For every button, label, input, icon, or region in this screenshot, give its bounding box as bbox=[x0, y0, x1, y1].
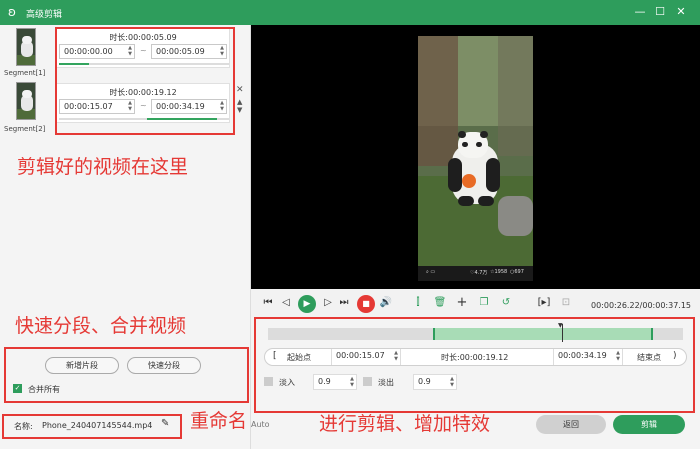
timeline-track[interactable]: ▼ bbox=[268, 322, 683, 342]
video-preview: ⌕ ▭ ♡4.7万 ☆1958 ○697 bbox=[251, 25, 700, 289]
merge-all-label: 合并所有 bbox=[28, 385, 60, 394]
segment-thumbnail-1[interactable] bbox=[16, 28, 36, 66]
duration-label: 时长:00:00:19.12 bbox=[441, 353, 509, 362]
new-segment-button[interactable]: 新增片段 bbox=[45, 357, 119, 374]
window-title: 高级剪辑 bbox=[26, 10, 63, 20]
overlay-like-icon: ♡4.7万 bbox=[470, 270, 488, 276]
edit-panel: ▼ [ 起始点 00:00:15.07 ▲ ▼ 时长:00:00:19.12 00:… bbox=[251, 317, 700, 449]
segment-panel: Segment[1] 时长:00:00:05.09 00:00:00.00 ▲ ▼ … bbox=[0, 25, 251, 449]
start-time-input[interactable]: 00:00:15.07 ▲ ▼ bbox=[331, 349, 401, 365]
skip-end-icon[interactable]: ⏭ bbox=[337, 296, 351, 310]
edit-pencil-icon[interactable]: ✎ bbox=[161, 418, 169, 429]
end-point-label[interactable]: 结束点 bbox=[637, 352, 661, 363]
end-time-input[interactable]: 00:00:34.19 ▲ ▼ bbox=[553, 349, 623, 365]
fade-in-label: 淡入 bbox=[279, 378, 295, 387]
segment-reorder-icon[interactable]: ▲ ▼ bbox=[237, 98, 242, 114]
fade-in-checkbox[interactable] bbox=[264, 377, 273, 386]
title-bar: ʚ 高级剪辑 — ☐ ✕ bbox=[0, 0, 700, 25]
segment-label-2: Segment[2] bbox=[4, 125, 46, 133]
annotation-rename: 重命名 bbox=[190, 410, 248, 432]
start-point-label[interactable]: 起始点 bbox=[287, 352, 311, 363]
play-button[interactable]: ▶ bbox=[298, 295, 316, 313]
volume-icon[interactable]: 🔊 bbox=[379, 296, 393, 310]
player-controls: ⏮ ◁ ▶ ▷ ⏭ ■ 🔊 ⫿ 🗑 + ❐ ↺ [▸] ⊡ 00:00:26.2… bbox=[251, 289, 700, 317]
split-icon[interactable]: ⫿ bbox=[411, 296, 425, 310]
fade-out-checkbox[interactable] bbox=[363, 377, 372, 386]
stop-button[interactable]: ■ bbox=[357, 295, 375, 313]
mark-icon[interactable]: [▸] bbox=[537, 296, 551, 310]
fade-out-input[interactable]: 0.9 ▲ ▼ bbox=[413, 374, 457, 390]
merge-all-checkbox[interactable]: ✓ bbox=[13, 384, 22, 393]
copy-icon[interactable]: ❐ bbox=[477, 296, 491, 310]
fade-out-label: 淡出 bbox=[378, 378, 394, 387]
quick-split-button[interactable]: 快速分段 bbox=[127, 357, 201, 374]
overlay-comment-icon: ○697 bbox=[510, 269, 524, 275]
annotation-split-merge: 快速分段、合并视频 bbox=[15, 315, 187, 337]
minimize-icon[interactable]: — bbox=[632, 4, 648, 20]
reset-icon[interactable]: ↺ bbox=[499, 296, 513, 310]
playback-time: 00:00:26.22/00:00:37.15 bbox=[591, 301, 691, 310]
segment-thumbnail-2[interactable] bbox=[16, 82, 36, 120]
fade-in-input[interactable]: 0.9 ▲ ▼ bbox=[313, 374, 357, 390]
close-icon[interactable]: ✕ bbox=[673, 4, 689, 20]
delete-icon[interactable]: 🗑 bbox=[433, 296, 447, 310]
maximize-icon[interactable]: ☐ bbox=[652, 4, 668, 20]
overlay-search-icon: ⌕ ▭ bbox=[426, 269, 436, 275]
video-frame: ⌕ ▭ ♡4.7万 ☆1958 ○697 bbox=[418, 36, 533, 281]
overlay-star-icon: ☆1958 bbox=[490, 269, 508, 275]
segment-label-1: Segment[1] bbox=[4, 69, 46, 77]
filename-label: 名称: bbox=[14, 422, 33, 431]
annotation-clips: 剪辑好的视频在这里 bbox=[17, 156, 189, 178]
annotation-edit: 进行剪辑、增加特效 bbox=[319, 413, 491, 435]
timeline-selection[interactable] bbox=[433, 328, 653, 340]
step-forward-icon[interactable]: ▷ bbox=[321, 296, 335, 310]
bunny-logo-icon: ʚ bbox=[8, 5, 16, 19]
segment-delete-icon[interactable]: ✕ bbox=[236, 85, 244, 95]
snapshot-icon[interactable]: ⊡ bbox=[559, 296, 573, 310]
add-icon[interactable]: + bbox=[455, 296, 469, 310]
cut-button[interactable]: 剪辑 bbox=[613, 415, 685, 434]
skip-start-icon[interactable]: ⏮ bbox=[261, 296, 275, 310]
step-back-icon[interactable]: ◁ bbox=[279, 296, 293, 310]
back-button[interactable]: 返回 bbox=[536, 415, 606, 434]
filename-value[interactable]: Phone_240407145544.mp4 bbox=[42, 421, 152, 430]
annotation-box-segments bbox=[55, 27, 235, 135]
format-partial[interactable]: Auto bbox=[251, 420, 270, 429]
trim-bar: [ 起始点 00:00:15.07 ▲ ▼ 时长:00:00:19.12 00:00… bbox=[264, 348, 687, 366]
